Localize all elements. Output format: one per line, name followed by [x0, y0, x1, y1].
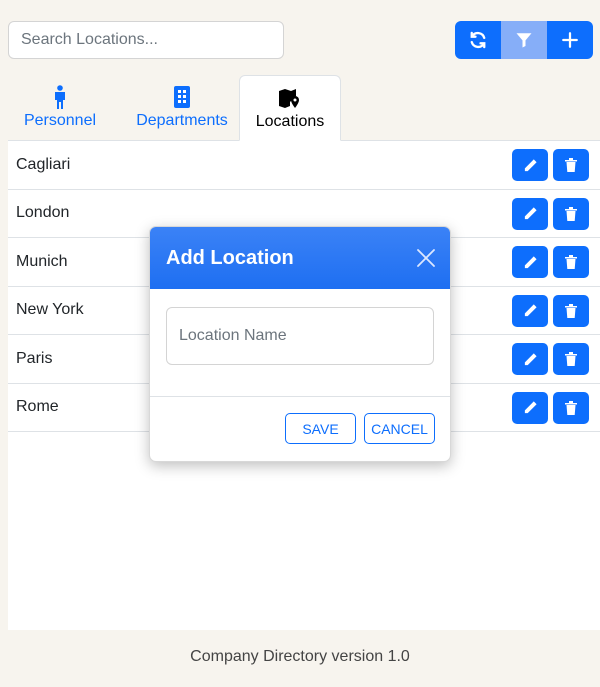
- pencil-icon: [524, 401, 537, 414]
- tab-label: Personnel: [23, 112, 97, 129]
- footer-text: Company Directory version 1.0: [190, 648, 410, 665]
- location-name: Paris: [16, 349, 53, 367]
- pencil-icon: [524, 352, 537, 365]
- tab-label: Locations: [255, 113, 325, 130]
- location-name: Rome: [16, 398, 59, 416]
- modal-title: Add Location: [166, 246, 294, 269]
- delete-button[interactable]: [553, 294, 589, 327]
- add-button[interactable]: [547, 21, 593, 59]
- modal-header: Add Location: [150, 227, 450, 289]
- close-icon[interactable]: [416, 248, 436, 268]
- tab-departments[interactable]: Departments: [122, 75, 242, 141]
- edit-button[interactable]: [512, 246, 548, 278]
- location-name: London: [16, 204, 70, 222]
- delete-button[interactable]: [553, 343, 589, 375]
- delete-button[interactable]: [553, 246, 589, 278]
- toolbar-button-group: [455, 21, 593, 59]
- edit-button[interactable]: [512, 197, 548, 230]
- save-button[interactable]: SAVE: [285, 413, 356, 444]
- trash-icon: [565, 352, 577, 366]
- filter-button[interactable]: [501, 21, 547, 59]
- delete-button[interactable]: [553, 391, 589, 424]
- location-name: New York: [16, 301, 84, 319]
- plus-icon: [562, 32, 578, 48]
- trash-icon: [565, 206, 577, 221]
- tab-label: Departments: [136, 112, 228, 129]
- modal-body: [150, 289, 450, 397]
- filter-icon: [516, 33, 532, 48]
- modal-footer: SAVE CANCEL: [150, 397, 450, 461]
- refresh-button[interactable]: [455, 21, 501, 59]
- tab-bar: Personnel Departments Locations: [8, 75, 600, 141]
- pencil-icon: [524, 255, 537, 268]
- delete-button[interactable]: [553, 197, 589, 230]
- location-name: Cagliari: [16, 155, 71, 173]
- edit-button[interactable]: [512, 391, 548, 424]
- person-icon: [52, 85, 68, 109]
- location-name-input[interactable]: [166, 307, 434, 365]
- building-icon: [173, 85, 191, 109]
- tab-locations[interactable]: Locations: [239, 75, 341, 141]
- refresh-icon: [470, 31, 486, 49]
- tab-personnel[interactable]: Personnel: [8, 75, 112, 141]
- edit-button[interactable]: [512, 343, 548, 375]
- trash-icon: [565, 303, 577, 318]
- top-bar: [0, 0, 600, 76]
- pencil-icon: [524, 304, 537, 317]
- trash-icon: [565, 255, 577, 269]
- pencil-icon: [524, 207, 537, 220]
- cancel-button[interactable]: CANCEL: [364, 413, 435, 444]
- table-row: Cagliari: [8, 141, 600, 190]
- edit-button[interactable]: [512, 294, 548, 327]
- location-name: Munich: [16, 252, 68, 270]
- map-pin-icon: [278, 86, 302, 110]
- trash-icon: [565, 400, 577, 415]
- add-location-modal: Add Location SAVE CANCEL: [149, 226, 451, 462]
- search-input[interactable]: [8, 21, 284, 59]
- pencil-icon: [524, 158, 537, 171]
- delete-button[interactable]: [553, 149, 589, 181]
- edit-button[interactable]: [512, 149, 548, 181]
- trash-icon: [565, 158, 577, 172]
